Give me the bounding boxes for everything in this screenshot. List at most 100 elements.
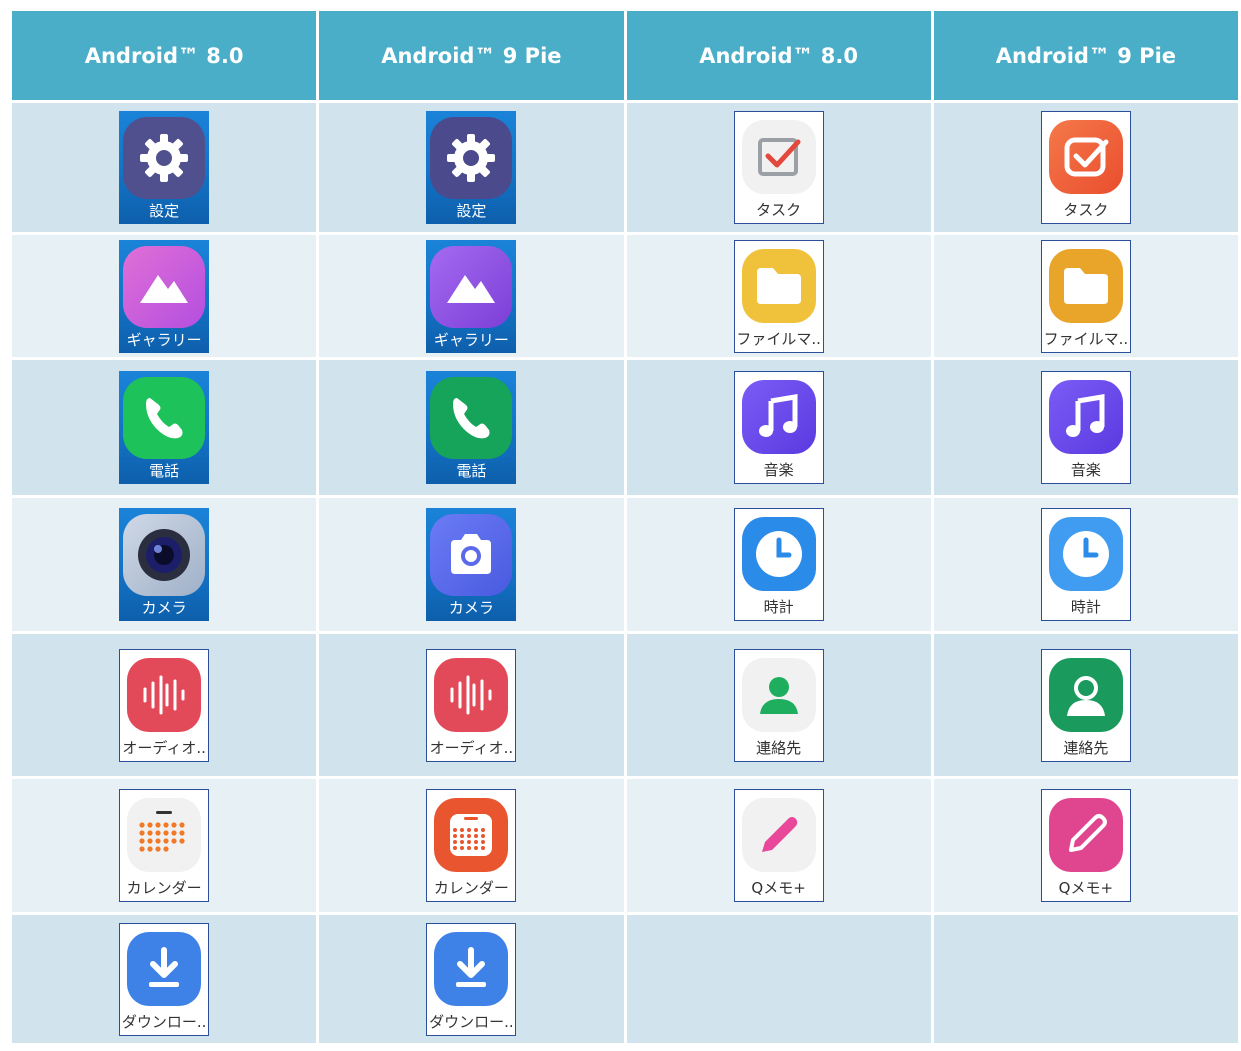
download-arrow-icon [434, 931, 509, 1006]
table-cell: オーディオ.. [316, 631, 627, 779]
app-icon-tile[interactable]: ダウンロー.. [426, 922, 517, 1036]
calendar-grid-icon [434, 798, 509, 872]
app-icon-tile[interactable]: タスク [1040, 111, 1131, 224]
clock-icon [1048, 517, 1123, 591]
app-icon-tile[interactable]: カレンダー [426, 789, 517, 902]
header-row: Android™ 8.0 Android™ 9 Pie Android™ 8.0… [8, 8, 1241, 103]
gallery-mountain-icon [430, 245, 513, 328]
table-cell: カレンダー [316, 776, 627, 915]
table-row: 設定 設定 タスク タスク [8, 100, 1241, 235]
app-icon-tile[interactable]: ファイルマ.. [1040, 239, 1131, 353]
app-icon-tile[interactable]: カメラ [119, 508, 210, 621]
table-cell [623, 912, 934, 1046]
settings-gear-icon [430, 117, 513, 199]
table-cell: タスク [930, 100, 1241, 235]
column-header-4: Android™ 9 Pie [930, 8, 1241, 103]
gallery-mountain-icon [123, 245, 206, 328]
app-label: ギャラリー [433, 330, 509, 349]
app-label: ギャラリー [126, 330, 202, 349]
app-icon-tile[interactable]: 連絡先 [1040, 648, 1131, 762]
table-cell: 設定 [316, 100, 627, 235]
table-cell: ファイルマ.. [930, 232, 1241, 360]
music-note-icon [1048, 380, 1123, 454]
pen-icon [741, 798, 816, 872]
task-check-icon [1048, 120, 1123, 194]
app-label: カレンダー [433, 879, 509, 897]
table-cell: 時計 [930, 495, 1241, 634]
table-row: カレンダー カレンダー Qメモ+ Qメモ+ [8, 776, 1241, 915]
app-label: タスク [1063, 201, 1109, 219]
app-label: ダウンロー.. [121, 1012, 207, 1031]
table-row: ギャラリー ギャラリー ファイルマ.. ファイルマ.. [8, 232, 1241, 360]
app-icon-tile[interactable]: タスク [733, 111, 824, 224]
app-label: ダウンロー.. [429, 1012, 514, 1031]
app-icon-tile[interactable]: 電話 [426, 371, 517, 484]
app-icon-tile[interactable]: 設定 [426, 111, 517, 224]
table-cell: 音楽 [930, 357, 1241, 498]
app-icon-tile[interactable]: 時計 [1040, 508, 1131, 621]
app-label: カレンダー [126, 879, 202, 897]
app-icon-tile[interactable]: 音楽 [1040, 371, 1131, 484]
app-icon-tile[interactable]: 音楽 [733, 371, 824, 484]
music-note-icon [741, 380, 816, 454]
app-label: カメラ [448, 599, 494, 617]
table-row: カメラ カメラ 時計 時計 [8, 495, 1241, 634]
app-icon-tile[interactable]: 連絡先 [733, 648, 824, 762]
app-icon-tile[interactable]: ファイルマ.. [733, 239, 824, 353]
app-icon-tile[interactable]: Qメモ+ [733, 789, 824, 902]
android-icon-comparison-table: Android™ 8.0 Android™ 9 Pie Android™ 8.0… [8, 8, 1241, 1046]
app-icon-tile[interactable]: カメラ [426, 508, 517, 621]
phone-handset-icon [430, 377, 513, 459]
phone-handset-icon [123, 377, 206, 459]
table-cell: 時計 [623, 495, 934, 634]
table-cell: ギャラリー [316, 232, 627, 360]
app-icon-tile[interactable]: ギャラリー [426, 239, 517, 353]
app-label: ファイルマ.. [736, 329, 821, 348]
table-row: ダウンロー.. ダウンロー.. [8, 912, 1241, 1046]
app-label: 音楽 [1070, 461, 1101, 479]
table-cell: Qメモ+ [623, 776, 934, 915]
table-cell: 電話 [316, 357, 627, 498]
app-label: 設定 [149, 202, 180, 220]
app-icon-tile[interactable]: ダウンロー.. [119, 922, 210, 1036]
app-label: 時計 [763, 598, 794, 616]
app-label: オーディオ.. [122, 738, 206, 757]
table-cell: カメラ [316, 495, 627, 634]
table-cell: 連絡先 [623, 631, 934, 779]
table-cell: オーディオ.. [8, 631, 320, 779]
app-icon-tile[interactable]: カレンダー [119, 789, 210, 902]
app-label: 電話 [149, 462, 180, 480]
app-label: 音楽 [763, 461, 794, 479]
app-label: Qメモ+ [1058, 879, 1114, 897]
column-header-2: Android™ 9 Pie [316, 8, 627, 103]
pen-icon [1048, 798, 1123, 872]
contact-person-icon [741, 657, 816, 732]
app-icon-tile[interactable]: オーディオ.. [119, 648, 210, 762]
app-label: 連絡先 [1063, 738, 1109, 757]
contact-person-icon [1048, 657, 1123, 732]
app-icon-tile[interactable]: 時計 [733, 508, 824, 621]
app-icon-tile[interactable]: ギャラリー [119, 239, 210, 353]
app-icon-tile[interactable]: オーディオ.. [426, 648, 517, 762]
table-cell: ダウンロー.. [8, 912, 320, 1046]
app-icon-tile[interactable]: 設定 [119, 111, 210, 224]
app-label: 時計 [1070, 598, 1101, 616]
app-label: タスク [756, 201, 802, 219]
app-icon-tile[interactable]: 電話 [119, 371, 210, 484]
app-label: カメラ [141, 599, 187, 617]
folder-icon [1048, 248, 1123, 323]
table-cell: 設定 [8, 100, 320, 235]
column-header-3: Android™ 8.0 [623, 8, 934, 103]
table-cell: カレンダー [8, 776, 320, 915]
task-check-icon [741, 120, 816, 194]
download-arrow-icon [127, 931, 202, 1006]
app-label: Qメモ+ [751, 879, 806, 897]
table-row: 電話 電話 音楽 音楽 [8, 357, 1241, 498]
table-cell: タスク [623, 100, 934, 235]
table-cell: Qメモ+ [930, 776, 1241, 915]
app-icon-tile[interactable]: Qメモ+ [1040, 789, 1131, 902]
column-header-1: Android™ 8.0 [8, 8, 320, 103]
folder-icon [741, 248, 816, 323]
table-cell: ギャラリー [8, 232, 320, 360]
camera-icon [430, 514, 513, 596]
